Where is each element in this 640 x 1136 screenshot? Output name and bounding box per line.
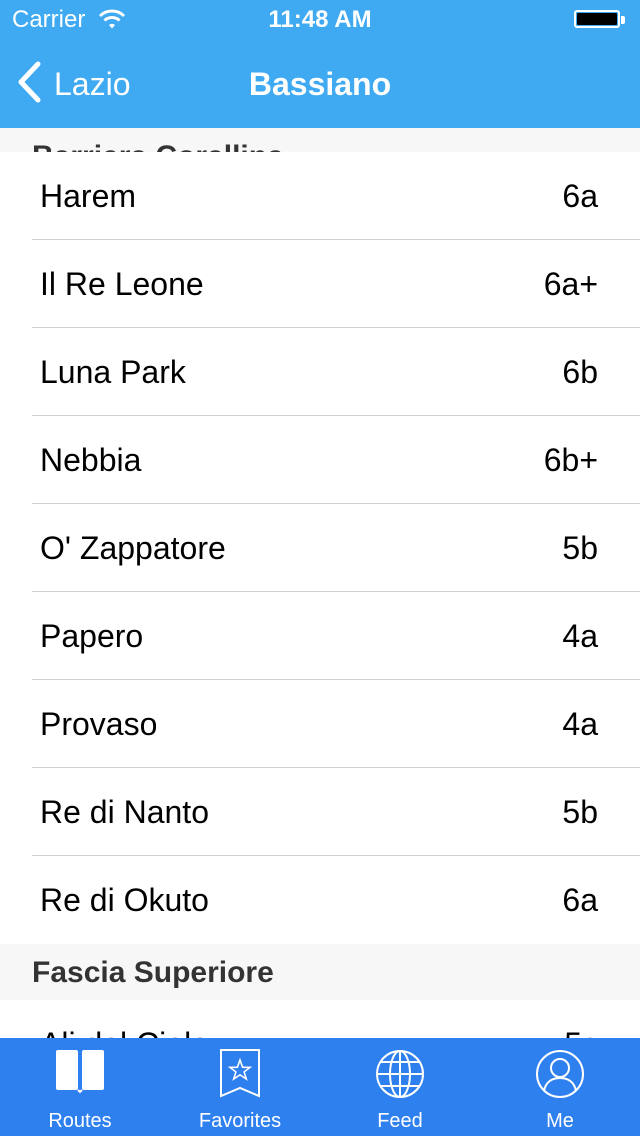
status-bar: Carrier 11:48 AM (0, 0, 640, 40)
route-grade: 5b (562, 794, 598, 830)
globe-icon (374, 1048, 426, 1105)
route-row-o-zappatore[interactable]: O' Zappatore 5b (0, 504, 640, 592)
page-title: Bassiano (248, 66, 392, 102)
route-name: Il Re Leone (40, 266, 204, 302)
route-grade: 4a (562, 618, 598, 654)
top-bar: Carrier 11:48 AM Lazio Bassiano (0, 0, 640, 128)
book-icon (54, 1048, 106, 1099)
user-circle-icon (534, 1048, 586, 1105)
route-name: Ali del Cielo (40, 1000, 209, 1038)
route-name: Re di Okuto (40, 882, 209, 918)
tab-label: Routes (48, 1110, 112, 1132)
route-grade: 6b (562, 354, 598, 390)
tab-me[interactable]: Me (480, 1038, 640, 1136)
route-name: Nebbia (40, 442, 142, 478)
route-grade: 6a+ (543, 266, 598, 302)
route-name: Luna Park (40, 354, 186, 390)
route-row-provaso[interactable]: Provaso 4a (0, 680, 640, 768)
tab-label: Favorites (198, 1110, 282, 1132)
route-grade: 5c (564, 1000, 598, 1038)
route-row-papero[interactable]: Papero 4a (0, 592, 640, 680)
route-grade: 5b (562, 530, 598, 566)
route-row-re-di-okuto[interactable]: Re di Okuto 6a (0, 856, 640, 944)
navigation-bar: Lazio Bassiano (0, 40, 640, 128)
section-header: Fascia Superiore (0, 944, 640, 1000)
status-time: 11:48 AM (268, 6, 372, 33)
routes-list[interactable]: Barriera Corallina Harem 6a Il Re Leone … (0, 128, 640, 1038)
route-grade: 6a (562, 882, 598, 918)
route-name: Papero (40, 618, 144, 654)
route-row-luna-park[interactable]: Luna Park 6b (0, 328, 640, 416)
tab-label: Feed (377, 1110, 423, 1132)
route-name: Harem (40, 178, 137, 214)
route-row-harem[interactable]: Harem 6a (0, 152, 640, 240)
bookmark-star-icon (218, 1048, 262, 1105)
route-row-ali-del-cielo[interactable]: Ali del Cielo 5c (0, 1000, 640, 1038)
route-row-re-di-nanto[interactable]: Re di Nanto 5b (0, 768, 640, 856)
route-grade: 4a (562, 706, 598, 742)
route-row-nebbia[interactable]: Nebbia 6b+ (0, 416, 640, 504)
tab-label: Me (546, 1110, 574, 1132)
tab-feed[interactable]: Feed (320, 1038, 480, 1136)
tab-routes[interactable]: Routes (0, 1038, 160, 1136)
battery-icon (574, 10, 628, 30)
route-name: Provaso (40, 706, 158, 742)
route-name: O' Zappatore (40, 530, 226, 566)
route-name: Re di Nanto (40, 794, 209, 830)
route-grade: 6b+ (543, 442, 598, 478)
tab-bar: Routes Favorites Feed Me (0, 1038, 640, 1136)
route-row-il-re-leone[interactable]: Il Re Leone 6a+ (0, 240, 640, 328)
tab-favorites[interactable]: Favorites (160, 1038, 320, 1136)
route-grade: 6a (562, 178, 598, 214)
